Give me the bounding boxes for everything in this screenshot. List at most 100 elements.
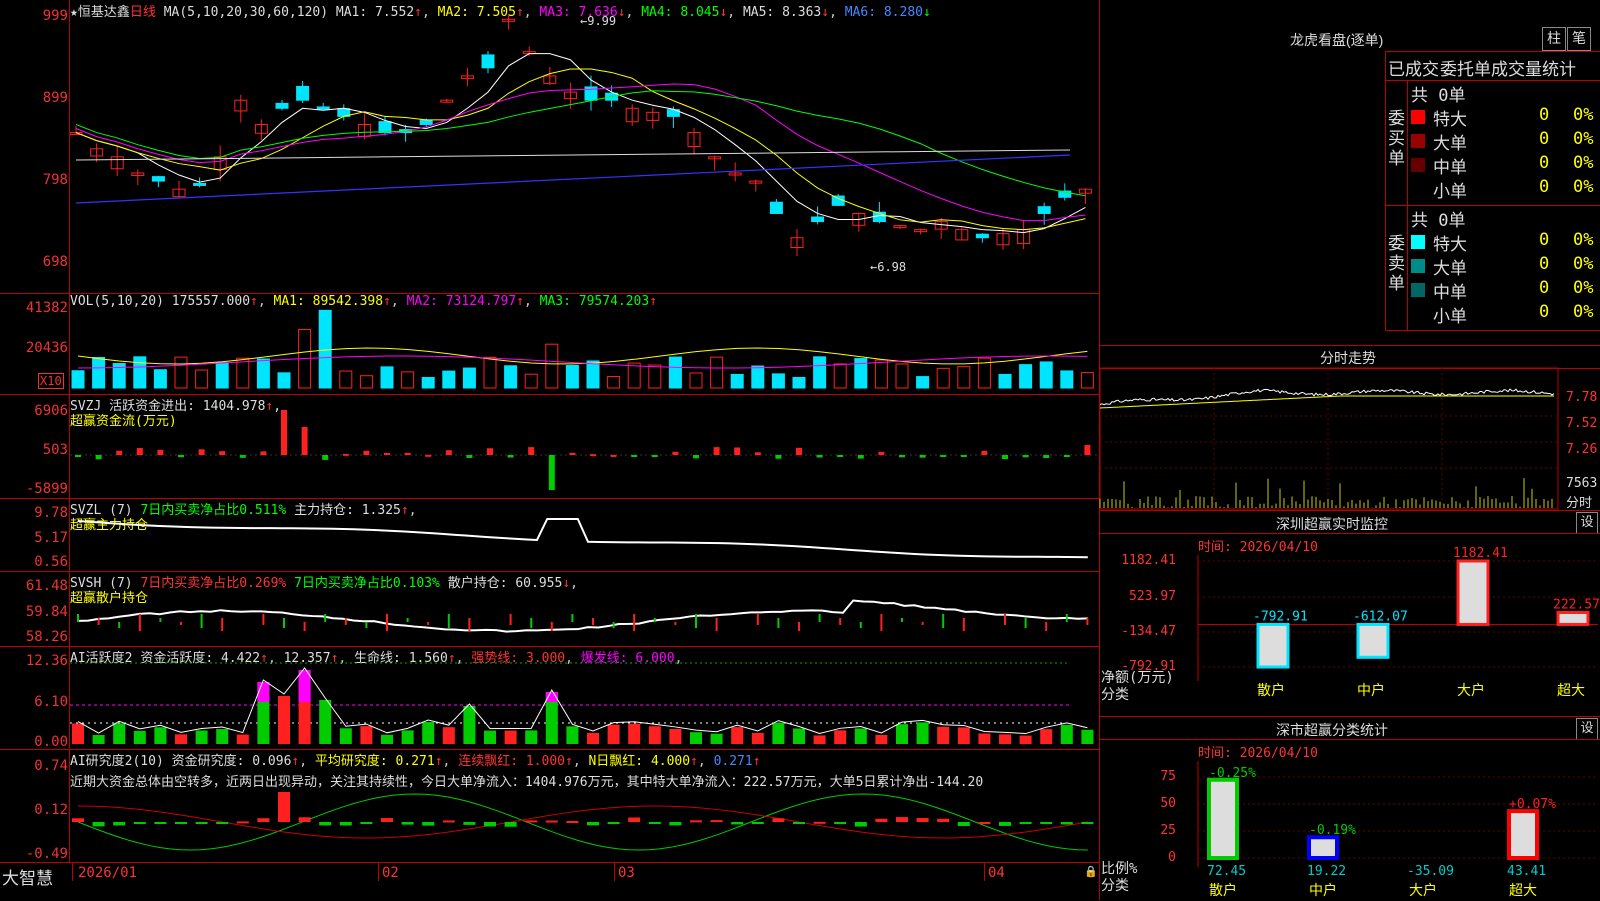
sz-class-bar: [1507, 809, 1539, 861]
ai-research-bar: [916, 818, 929, 822]
svzj-bar: [837, 455, 844, 457]
date-label: 03: [618, 865, 635, 881]
ai-research-bar: [236, 821, 249, 824]
volume-chart[interactable]: [70, 294, 1100, 394]
brand-label: 大智慧: [2, 869, 53, 888]
ai-activity-panel[interactable]: AI活跃度2 资金活跃度: 4.422↑, 12.357↑, 生命线: 1.56…: [0, 647, 1100, 750]
intraday-unit-label: 分时: [1566, 496, 1593, 511]
svzl-axis-label: 0.56: [34, 554, 68, 570]
order-swatch: [1411, 158, 1425, 172]
sz-monitor-chart[interactable]: -792.91 散户 -612.07 中户 1182.41 大户 222.57 超大: [1178, 511, 1600, 716]
svzj-bar: [507, 455, 514, 458]
volume-bar: [380, 366, 394, 389]
sz-monitor-bar: [1256, 622, 1290, 669]
svzl-panel[interactable]: SVZL (7) 7日内买卖净占比0.511% 主力持仓: 1.325↑, 超赢…: [0, 499, 1100, 572]
svzj-bar: [734, 447, 741, 455]
svzl-chart[interactable]: [70, 499, 1100, 571]
tick-mode-button[interactable]: 笔: [1567, 27, 1591, 51]
sz-class-change-label: -0.25%: [1209, 766, 1256, 781]
volume-bar: [504, 365, 518, 389]
sz-class-value-label: 19.22: [1307, 864, 1346, 879]
svzj-bar: [590, 454, 596, 457]
candle-body: [481, 54, 495, 69]
svzj-bar: [754, 452, 761, 455]
ai-activity-bar: [422, 722, 435, 744]
ai-activity-bar: [813, 735, 826, 744]
ai-research-bar: [1060, 822, 1073, 825]
ai-activity-bar: [957, 727, 970, 744]
price-panel[interactable]: ★恒基达鑫日线 MA(5,10,20,30,60,120) MA1: 7.552…: [0, 0, 1100, 294]
svzj-bar: [713, 447, 720, 455]
svzj-bar: [301, 427, 308, 455]
buy-orders-block: 委买单 共 0单 特大 0 0% 大单 0 0% 中单 0 0% 小单 0 0%: [1385, 80, 1600, 206]
volume-bar: [586, 360, 600, 389]
ai-research-bar: [216, 822, 229, 824]
svzj-bar: [425, 454, 432, 457]
candle-body: [316, 106, 330, 110]
svzl-axis-label: 9.78: [34, 505, 68, 521]
svzj-panel[interactable]: SVZJ 活跃资金进出: 1404.978↑, 超赢资金流(万元) 6906 5…: [0, 395, 1100, 499]
tab-volume-stats[interactable]: 成交量统计: [1491, 55, 1576, 80]
order-row: 中单 0 0%: [1411, 153, 1600, 178]
volume-bar: [483, 356, 497, 389]
svzj-bar: [466, 455, 473, 458]
order-percent: 0%: [1573, 254, 1594, 274]
candle-body: [419, 119, 433, 125]
svsh-axis-label: 58.26: [25, 629, 68, 645]
ai-activity-bar: [133, 730, 146, 744]
bar-mode-button[interactable]: 柱: [1542, 27, 1566, 51]
sz-class-chart[interactable]: -0.25% 72.45 散户 -0.19% 19.22 中户 -35.09 大户 +0.07%…: [1178, 717, 1598, 900]
sz-class-axis-label: 25: [1160, 823, 1176, 838]
buy-total: 共 0单: [1411, 86, 1466, 106]
lhb-tabs: 已成交 委托单 成交量统计: [1385, 51, 1600, 81]
volume-bar: [339, 370, 353, 389]
intraday-chart[interactable]: [1099, 367, 1560, 510]
intraday-panel[interactable]: 分时走势 7.78 7.52 7.26 7563 分时: [1099, 346, 1600, 511]
sz-monitor-category: 中户: [1357, 682, 1385, 699]
ai-research-bar: [339, 822, 352, 826]
candle-body: [193, 182, 207, 186]
volume-bar: [133, 356, 147, 389]
candle-body: [1037, 206, 1051, 214]
sz-class-category: 散户: [1209, 882, 1237, 899]
ai-research-bar: [442, 820, 455, 823]
order-name: 大单: [1433, 259, 1467, 279]
ai-activity-axis-label: 12.36: [25, 653, 68, 669]
order-count: 0: [1539, 129, 1550, 149]
ai-research-bar: [360, 822, 373, 824]
ai-activity-chart[interactable]: [70, 647, 1100, 749]
ai-research-bar: [937, 818, 950, 822]
ai-activity-bar: [381, 734, 393, 744]
ai-research-bar: [1040, 822, 1053, 824]
sz-class-change-label: +0.07%: [1509, 797, 1556, 812]
price-axis-label: 798: [42, 172, 68, 188]
ai-activity-bar: [648, 726, 661, 744]
tab-orders[interactable]: 委托单: [1440, 55, 1491, 80]
sz-monitor-value-label: -612.07: [1353, 609, 1408, 624]
tab-filled[interactable]: 已成交: [1388, 55, 1439, 80]
svzl-line: [77, 518, 1088, 559]
svsh-chart[interactable]: [70, 572, 1100, 646]
svsh-panel[interactable]: SVSH (7) 7日内买卖净占比0.269% 7日内买卖净占比0.103% 散…: [0, 572, 1100, 647]
ai-research-panel[interactable]: AI研究度2(10) 资金研究度: 0.096↑, 平均研究度: 0.271↑,…: [0, 750, 1100, 862]
ai-research-bar: [710, 820, 723, 823]
ai-research-bar: [278, 792, 290, 822]
svzj-chart[interactable]: [70, 395, 1100, 498]
svzj-bar: [404, 452, 411, 455]
sz-monitor-axis-label: -134.47: [1121, 624, 1176, 639]
volume-bar: [730, 373, 744, 389]
ai-research-chart[interactable]: [70, 750, 1100, 862]
order-row: 中单 0 0%: [1411, 278, 1600, 303]
volume-bar: [236, 357, 250, 389]
svzj-bar: [95, 455, 102, 460]
candlestick-chart[interactable]: [69, 0, 1100, 293]
ai-research-bar: [463, 822, 476, 825]
sz-monitor-bar: [1556, 611, 1590, 626]
volume-bar: [92, 356, 106, 389]
volume-bar: [648, 364, 662, 389]
ai-activity-bar: [751, 732, 764, 744]
sz-class-panel: 深市超赢分类统计 设 时间: 2026/04/10 75 50 25 0 比例%…: [1100, 717, 1600, 900]
ai-research-bar: [690, 820, 702, 823]
volume-panel[interactable]: VOL(5,10,20) 175557.000↑, MA1: 89542.398…: [0, 294, 1100, 395]
volume-bar: [524, 373, 538, 389]
